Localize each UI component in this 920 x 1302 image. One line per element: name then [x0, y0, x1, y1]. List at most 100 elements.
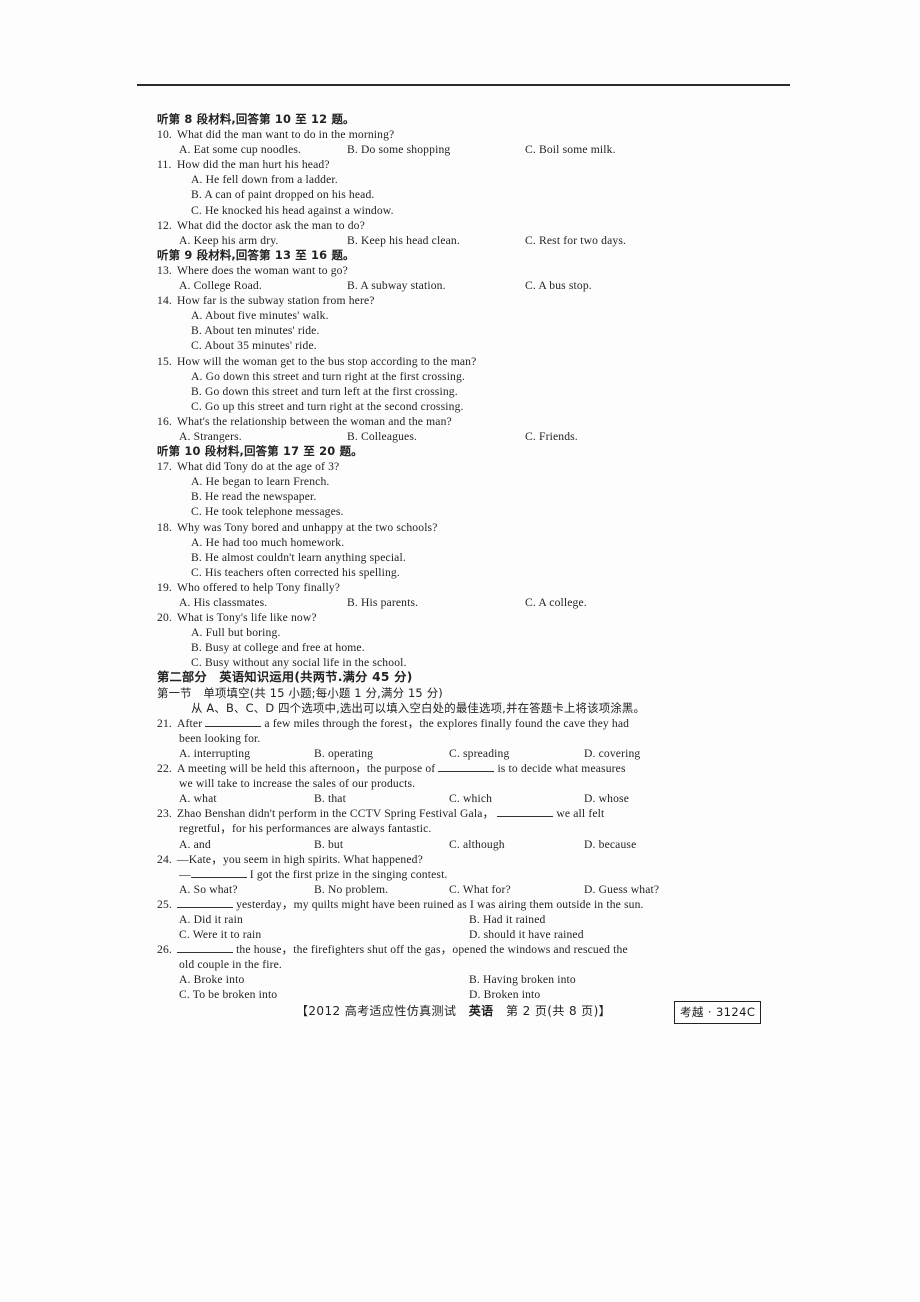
question-number: 22.	[157, 762, 172, 776]
question-stem: yesterday，my quilts might have been ruin…	[177, 897, 777, 912]
stem-before: A meeting will be held this afternoon，th…	[177, 762, 436, 776]
option-c[interactable]: C. which	[449, 791, 584, 806]
option-c[interactable]: C. About 35 minutes' ride.	[157, 338, 777, 353]
option-a[interactable]: A. Full but boring.	[157, 625, 777, 640]
question-22-options: A. what B. that C. which D. whose	[157, 791, 777, 806]
answer-blank[interactable]	[177, 952, 233, 954]
option-d[interactable]: D. because	[584, 837, 719, 852]
question-number: 13.	[157, 263, 172, 277]
option-c[interactable]: C. A college.	[525, 595, 587, 610]
question-number: 14.	[157, 294, 172, 308]
option-c[interactable]: C. He took telephone messages.	[157, 504, 777, 519]
option-b[interactable]: B. He read the newspaper.	[157, 489, 777, 504]
question-21-stem-line2: been looking for.	[179, 731, 261, 745]
option-a[interactable]: A. Go down this street and turn right at…	[157, 369, 777, 384]
answer-blank[interactable]	[438, 771, 495, 773]
paper-code-box: 考越 · 3124C	[674, 1001, 762, 1024]
option-a[interactable]: A. and	[179, 837, 314, 852]
question-12: 12. What did the doctor ask the man to d…	[157, 218, 777, 233]
section-1-instruction: 从 A、B、C、D 四个选项中,选出可以填入空白处的最佳选项,并在答题卡上将该项…	[191, 700, 646, 715]
option-a[interactable]: A. His classmates.	[179, 595, 347, 610]
option-b[interactable]: B. A can of paint dropped on his head.	[157, 187, 777, 202]
option-a[interactable]: A. He had too much homework.	[157, 535, 777, 550]
option-c[interactable]: C. Friends.	[525, 429, 578, 444]
option-b[interactable]: B. He almost couldn't learn anything spe…	[157, 550, 777, 565]
question-26-stem-line2: old couple in the fire.	[179, 958, 282, 972]
question-stem: Who offered to help Tony finally?	[177, 580, 341, 594]
option-c[interactable]: C. He knocked his head against a window.	[157, 203, 777, 218]
answer-blank[interactable]	[190, 876, 247, 878]
option-c[interactable]: C. Busy without any social life in the s…	[157, 655, 777, 670]
option-a[interactable]: A. He began to learn French.	[157, 474, 777, 489]
option-a[interactable]: A. College Road.	[179, 278, 347, 293]
option-b[interactable]: B. A subway station.	[347, 278, 525, 293]
question-22: 22. A meeting will be held this afternoo…	[157, 761, 777, 776]
option-c[interactable]: C. although	[449, 837, 584, 852]
question-10-options: A. Eat some cup noodles. B. Do some shop…	[157, 142, 777, 157]
option-b[interactable]: B. Go down this street and turn left at …	[157, 384, 777, 399]
option-a[interactable]: A. Keep his arm dry.	[179, 233, 347, 248]
question-19-options: A. His classmates. B. His parents. C. A …	[157, 595, 777, 610]
question-number: 10.	[157, 128, 172, 142]
option-b[interactable]: B. that	[314, 791, 449, 806]
stem-before: After	[177, 716, 203, 730]
question-number: 24.	[157, 852, 172, 866]
answer-blank[interactable]	[497, 816, 554, 818]
option-a[interactable]: A. Broke into	[179, 972, 469, 987]
option-c[interactable]: C. Go up this street and turn right at t…	[157, 399, 777, 414]
question-stem: the house，the firefighters shut off the …	[177, 942, 777, 957]
option-c[interactable]: C. His teachers often corrected his spel…	[157, 565, 777, 580]
option-d[interactable]: D. covering	[584, 746, 719, 761]
question-15: 15. How will the woman get to the bus st…	[157, 354, 777, 369]
option-a[interactable]: A. About five minutes' walk.	[157, 308, 777, 323]
option-c[interactable]: C. Were it to rain	[179, 927, 469, 942]
option-d[interactable]: D. Guess what?	[584, 882, 719, 897]
option-c[interactable]: C. Rest for two days.	[525, 233, 626, 248]
option-b[interactable]: B. Busy at college and free at home.	[157, 640, 777, 655]
option-b[interactable]: B. but	[314, 837, 449, 852]
option-d[interactable]: D. should it have rained	[469, 927, 584, 942]
option-b[interactable]: B. His parents.	[347, 595, 525, 610]
option-b[interactable]: B. Having broken into	[469, 972, 576, 987]
stem-after: is to decide what measures	[497, 762, 626, 776]
option-c[interactable]: C. A bus stop.	[525, 278, 592, 293]
question-21: 21. After a few miles through the forest…	[157, 716, 777, 731]
option-a[interactable]: A. Did it rain	[179, 912, 469, 927]
option-a[interactable]: A. He fell down from a ladder.	[157, 172, 777, 187]
answer-blank[interactable]	[177, 906, 233, 908]
option-c[interactable]: C. Boil some milk.	[525, 142, 616, 157]
option-c[interactable]: C. spreading	[449, 746, 584, 761]
option-b[interactable]: B. operating	[314, 746, 449, 761]
option-a[interactable]: A. what	[179, 791, 314, 806]
question-stem: A meeting will be held this afternoon，th…	[177, 761, 777, 776]
option-b[interactable]: B. Colleagues.	[347, 429, 525, 444]
option-a[interactable]: A. Strangers.	[179, 429, 347, 444]
question-24-reply: — I got the first prize in the singing c…	[179, 867, 448, 881]
question-stem: How did the man hurt his head?	[177, 158, 330, 172]
option-a[interactable]: A. Eat some cup noodles.	[179, 142, 347, 157]
option-b[interactable]: B. Keep his head clean.	[347, 233, 525, 248]
question-stem: Zhao Benshan didn't perform in the CCTV …	[177, 806, 777, 821]
listening-group-8-heading: 听第 8 段材料,回答第 10 至 12 题。	[157, 112, 355, 126]
option-c[interactable]: C. What for?	[449, 882, 584, 897]
listening-group-10-heading: 听第 10 段材料,回答第 17 至 20 题。	[157, 444, 363, 459]
option-b[interactable]: B. About ten minutes' ride.	[157, 323, 777, 338]
option-b[interactable]: B. Had it rained	[469, 912, 545, 927]
question-13-options: A. College Road. B. A subway station. C.…	[157, 278, 777, 293]
question-24-options: A. So what? B. No problem. C. What for? …	[157, 882, 777, 897]
option-a[interactable]: A. interrupting	[179, 746, 314, 761]
question-number: 20.	[157, 611, 172, 625]
answer-blank[interactable]	[205, 725, 262, 727]
question-19: 19. Who offered to help Tony finally?	[157, 580, 777, 595]
option-b[interactable]: B. No problem.	[314, 882, 449, 897]
option-a[interactable]: A. So what?	[179, 882, 314, 897]
listening-group-9-heading: 听第 9 段材料,回答第 13 至 16 题。	[157, 247, 355, 262]
option-d[interactable]: D. whose	[584, 791, 719, 806]
option-b[interactable]: B. Do some shopping	[347, 142, 525, 157]
question-number: 15.	[157, 354, 172, 368]
question-13: 13. Where does the woman want to go?	[157, 263, 777, 278]
question-number: 26.	[157, 943, 172, 957]
question-number: 12.	[157, 218, 172, 232]
question-stem: What did the doctor ask the man to do?	[177, 218, 365, 232]
question-number: 17.	[157, 460, 172, 474]
